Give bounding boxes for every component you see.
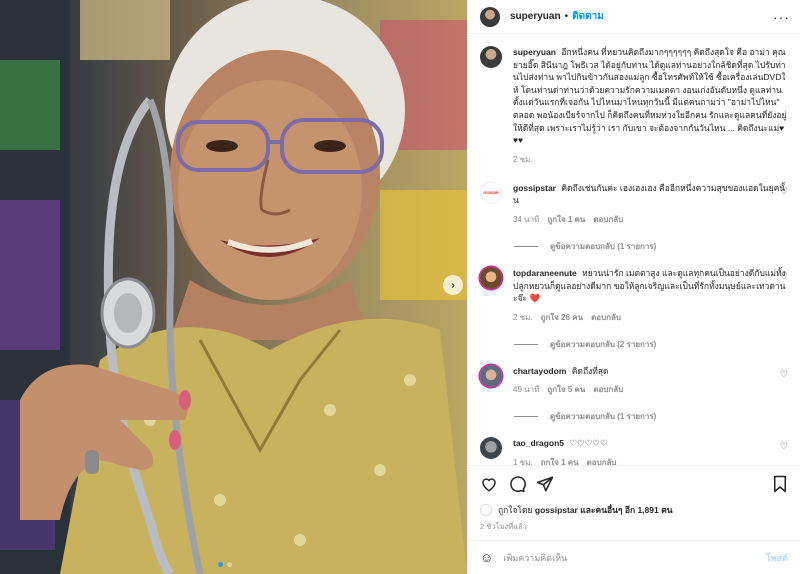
comment-like-heart-icon[interactable]: ♡ (780, 186, 788, 197)
comment-item: tao_dragon5 ♡♡♡♡♡ 1 ชม. ถูกใจ 1 คน ตอบกล… (480, 437, 788, 465)
view-replies-label: ดูข้อความตอบกลับ (2 รายการ) (550, 339, 657, 349)
caption-text: อีกหนึ่งคน ที่หยวนคิดถึงมากๆๆๆๆๆๆ คิดถึง… (513, 47, 787, 146)
post-header: superyuan • ติดตาม ··· (468, 0, 800, 34)
follow-button[interactable]: ติดตาม (572, 9, 604, 24)
comment-like-heart-icon[interactable]: ♡ (780, 441, 788, 452)
comment-time: 1 ชม. (513, 457, 533, 465)
comment-like-heart-icon[interactable]: ♡ (780, 271, 788, 282)
reply-button[interactable]: ตอบกลับ (593, 213, 623, 226)
comment-likes[interactable]: ถูกใจ 5 คน (547, 383, 585, 396)
view-replies-button[interactable]: ดูข้อความตอบกลับ (1 รายการ) (514, 240, 788, 253)
heart-icon[interactable] (480, 475, 498, 493)
comment-likes[interactable]: ถูกใจ 26 คน (541, 311, 583, 324)
liked-by-prefix: ถูกใจโดย (498, 505, 533, 515)
comment-time: 2 ชม. (513, 312, 533, 322)
comment-like-heart-icon[interactable]: ♡ (780, 369, 788, 380)
send-icon[interactable] (536, 475, 554, 493)
bookmark-icon[interactable] (772, 475, 788, 493)
commenter-avatar[interactable] (480, 364, 502, 387)
carousel-dot (218, 562, 223, 567)
carousel-dot (227, 562, 232, 567)
instagram-post-modal: › superyuan • ติดตาม ··· superyuan อีกหน… (0, 0, 800, 574)
separator-dot: • (564, 11, 569, 22)
commenter-avatar[interactable]: GOSSIP (480, 181, 502, 204)
author-username[interactable]: superyuan (510, 11, 561, 22)
caption-username[interactable]: superyuan (513, 47, 556, 57)
comment-icon[interactable] (508, 475, 526, 493)
commenter-username[interactable]: chartayodom (513, 366, 566, 376)
post-time: 2 ชั่วโมงที่แล้ว (480, 522, 527, 531)
post-photo[interactable]: › (0, 0, 467, 574)
author-avatar[interactable] (480, 6, 500, 27)
commenter-username[interactable]: tao_dragon5 (513, 438, 564, 448)
commenter-avatar[interactable] (480, 266, 502, 289)
more-options-icon[interactable]: ··· (773, 9, 790, 25)
view-replies-label: ดูข้อความตอบกลับ (1 รายการ) (550, 241, 657, 251)
liked-by-user[interactable]: gossipstar (535, 505, 578, 515)
caption-time: 2 ชม. (513, 154, 533, 164)
comment-likes[interactable]: ถูกใจ 1 คน (547, 213, 585, 226)
carousel-dots (218, 562, 232, 567)
comment-time: 34 นาที (513, 214, 540, 224)
comment-time: 49 นาที (513, 385, 540, 395)
comment-text: คิดถึงที่สุด (571, 365, 609, 376)
post-sidebar: superyuan • ติดตาม ··· superyuan อีกหนึ่… (467, 0, 800, 574)
liked-by-others[interactable]: และคนอื่นๆ อีก 1,891 คน (580, 505, 672, 515)
reply-button[interactable]: ตอบกลับ (587, 456, 617, 465)
avatar-logo-text: GOSSIP (483, 190, 499, 196)
comment-item: chartayodom คิดถึงที่สุด 49 นาที ถูกใจ 5… (480, 364, 788, 397)
emoji-icon[interactable]: ☺ (480, 550, 493, 565)
caption-avatar[interactable] (480, 46, 502, 68)
liked-by: ถูกใจโดย gossipstar และคนอื่นๆ อีก 1,891… (480, 503, 788, 517)
comment-text: ♡♡♡♡♡ (569, 438, 608, 449)
post-actions: ถูกใจโดย gossipstar และคนอื่นๆ อีก 1,891… (468, 465, 800, 574)
caption: superyuan อีกหนึ่งคน ที่หยวนคิดถึงมากๆๆๆ… (480, 46, 788, 166)
commenter-avatar[interactable] (480, 437, 502, 460)
reply-button[interactable]: ตอบกลับ (591, 311, 621, 324)
view-replies-label: ดูข้อความตอบกลับ (1 รายการ) (550, 412, 657, 422)
reply-button[interactable]: ตอบกลับ (593, 383, 623, 396)
liked-by-avatar[interactable] (480, 504, 492, 516)
commenter-username[interactable]: topdaraneenute (513, 268, 577, 278)
comment-input[interactable] (503, 552, 766, 563)
post-comment-button[interactable]: โพสต์ (766, 551, 788, 565)
comments-list[interactable]: superyuan อีกหนึ่งคน ที่หยวนคิดถึงมากๆๆๆ… (468, 34, 800, 465)
next-photo-arrow-icon[interactable]: › (443, 275, 463, 295)
photo-illustration (0, 0, 467, 574)
comment-item: GOSSIP gossipstar คิดถึงเช่นกันค่ะ เฮงเฮ… (480, 181, 788, 226)
view-replies-button[interactable]: ดูข้อความตอบกลับ (2 รายการ) (514, 338, 788, 351)
commenter-username[interactable]: gossipstar (513, 183, 556, 193)
add-comment-bar: ☺ โพสต์ (468, 540, 800, 574)
view-replies-button[interactable]: ดูข้อความตอบกลับ (1 รายการ) (514, 410, 788, 423)
comment-likes[interactable]: ถูกใจ 1 คน (541, 456, 579, 465)
comment-item: topdaraneenute หยวนน่ารัก เมตตาสูง และดู… (480, 266, 788, 324)
